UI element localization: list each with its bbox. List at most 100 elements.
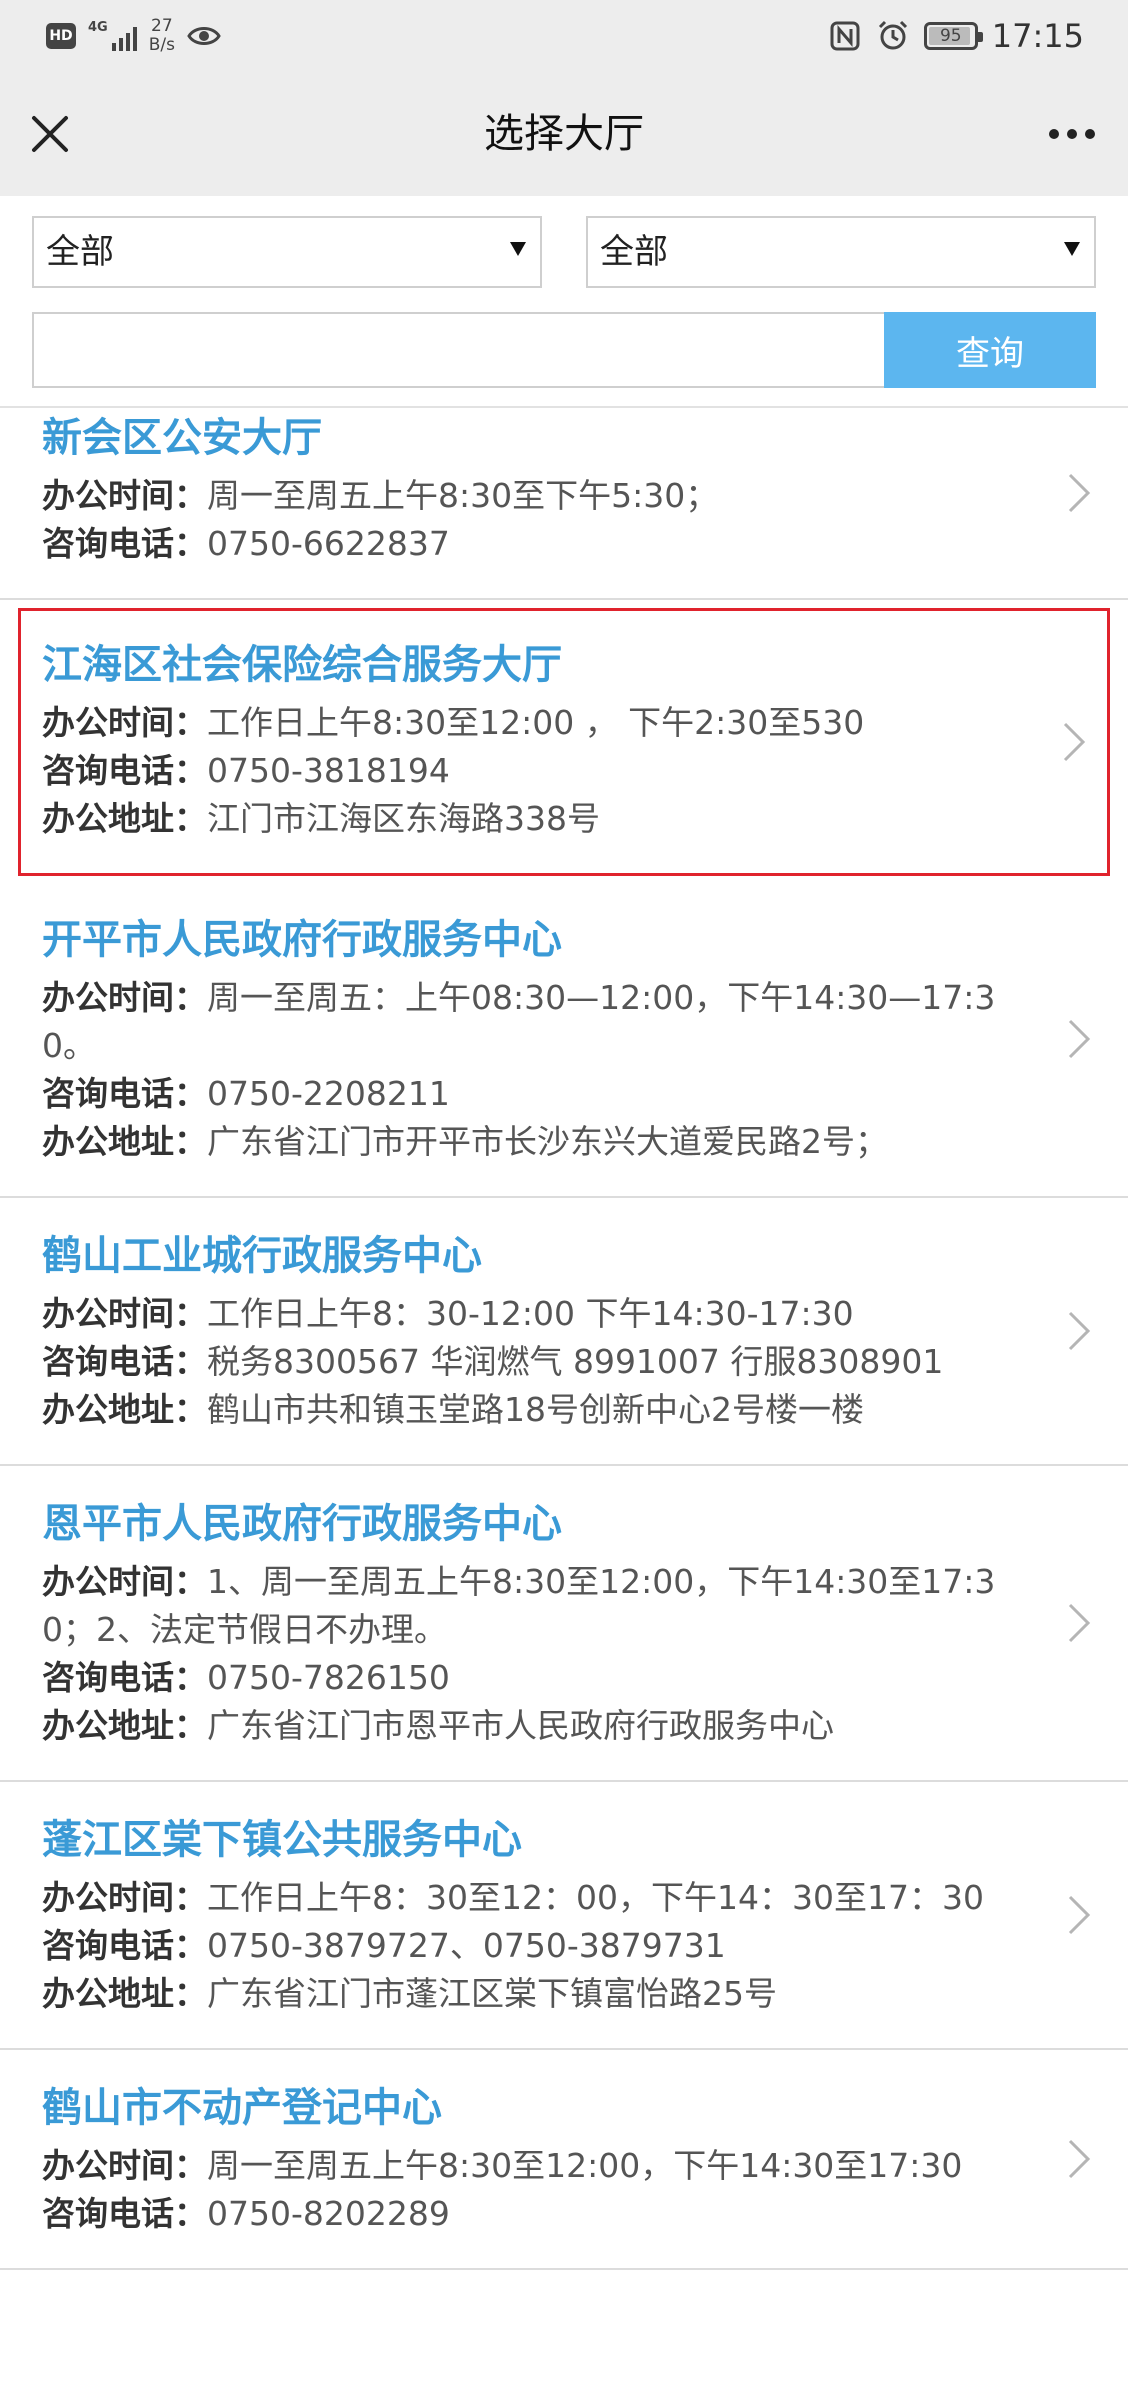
hall-item[interactable]: 鹤山市不动产登记中心 办公时间：周一至周五上午8:30至12:00，下午14:3…	[0, 2050, 1128, 2270]
region-select-value: 全部	[46, 232, 114, 272]
hall-item[interactable]: 新会区公安大厅 办公时间：周一至周五上午8:30至下午5:30； 咨询电话：07…	[0, 408, 1128, 600]
search-input[interactable]	[32, 312, 884, 388]
hours-label: 办公时间：	[42, 703, 207, 742]
hours-label: 办公时间：	[42, 476, 207, 515]
alarm-icon	[878, 20, 907, 50]
address-value: 江门市江海区东海路338号	[207, 799, 600, 838]
nfc-icon	[830, 21, 860, 51]
phone-label: 咨询电话：	[42, 2194, 207, 2233]
phone-value: 0750-2208211	[207, 1074, 450, 1113]
category-select[interactable]: 全部	[586, 216, 1096, 288]
hall-hours: 办公时间：工作日上午8：30-12:00 下午14:30-17:30	[42, 1290, 1018, 1338]
network-speed-value: 27	[151, 16, 173, 36]
phone-label: 咨询电话：	[42, 1926, 207, 1965]
phone-value: 税务8300567 华润燃气 8991007 行服8308901	[207, 1342, 944, 1381]
chevron-right-icon	[1068, 1895, 1091, 1935]
region-select[interactable]: 全部	[32, 216, 542, 288]
chevron-right-icon	[1068, 1019, 1091, 1059]
network-speed: 27 B/s	[149, 17, 175, 55]
hall-item[interactable]: 鹤山工业城行政服务中心 办公时间：工作日上午8：30-12:00 下午14:30…	[0, 1198, 1128, 1466]
chevron-right-icon	[1068, 2139, 1091, 2179]
hall-list[interactable]: 新会区公安大厅 办公时间：周一至周五上午8:30至下午5:30； 咨询电话：07…	[0, 408, 1128, 2400]
status-bar: HD 4G 27 B/s 95 17:15	[0, 0, 1128, 72]
hall-hours: 办公时间：周一至周五：上午08:30—12:00，下午14:30—17:30。	[42, 974, 1018, 1070]
more-icon[interactable]	[1042, 110, 1102, 158]
phone-label: 咨询电话：	[42, 1074, 207, 1113]
search-button[interactable]: 查询	[884, 312, 1096, 388]
hall-phone: 咨询电话：0750-3818194	[42, 747, 1017, 795]
hall-address: 办公地址：鹤山市共和镇玉堂路18号创新中心2号楼一楼	[42, 1386, 1018, 1434]
hall-name: 江海区社会保险综合服务大厅	[42, 642, 562, 688]
category-select-value: 全部	[600, 232, 668, 272]
phone-value: 0750-7826150	[207, 1658, 450, 1697]
hours-label: 办公时间：	[42, 2146, 207, 2185]
hall-hours: 办公时间：1、周一至周五上午8:30至12:00，下午14:30至17:30；2…	[42, 1558, 1018, 1654]
phone-value: 0750-3818194	[207, 751, 450, 790]
dropdown-caret-icon	[510, 242, 526, 256]
hall-name: 新会区公安大厅	[42, 415, 322, 461]
battery-percent: 95	[939, 26, 962, 46]
phone-label: 咨询电话：	[42, 1342, 207, 1381]
address-label: 办公地址：	[42, 1122, 207, 1161]
hall-name: 鹤山工业城行政服务中心	[42, 1233, 482, 1279]
hours-label: 办公时间：	[42, 1294, 207, 1333]
hall-address: 办公地址：广东省江门市蓬江区棠下镇富怡路25号	[42, 1970, 1018, 2018]
hall-name: 恩平市人民政府行政服务中心	[42, 1501, 562, 1547]
nav-bar: 选择大厅	[0, 72, 1128, 196]
status-left: HD 4G 27 B/s	[46, 14, 221, 58]
address-value: 广东省江门市开平市长沙东兴大道爱民路2号；	[207, 1122, 888, 1161]
address-value: 广东省江门市蓬江区棠下镇富怡路25号	[207, 1974, 777, 2013]
hall-address: 办公地址：广东省江门市恩平市人民政府行政服务中心	[42, 1702, 1018, 1750]
signal-bars-icon	[111, 25, 137, 51]
hall-hours: 办公时间：周一至周五上午8:30至下午5:30；	[42, 472, 1018, 520]
hall-name: 鹤山市不动产登记中心	[42, 2085, 442, 2131]
chevron-right-icon	[1068, 1311, 1091, 1351]
hall-hours: 办公时间：周一至周五上午8:30至12:00，下午14:30至17:30	[42, 2142, 1018, 2190]
dropdown-caret-icon	[1064, 242, 1080, 256]
phone-value: 0750-6622837	[207, 524, 450, 563]
chevron-right-icon	[1068, 1603, 1091, 1643]
hours-value: 周一至周五上午8:30至12:00，下午14:30至17:30	[207, 2146, 963, 2185]
hours-label: 办公时间：	[42, 1562, 207, 1601]
battery-icon: 95	[923, 22, 983, 50]
address-label: 办公地址：	[42, 799, 207, 838]
page-title: 选择大厅	[484, 111, 644, 157]
hall-item[interactable]: 开平市人民政府行政服务中心 办公时间：周一至周五：上午08:30—12:00，下…	[0, 882, 1128, 1198]
hall-address: 办公地址：江门市江海区东海路338号	[42, 795, 1017, 843]
phone-value: 0750-3879727、0750-3879731	[207, 1926, 726, 1965]
hall-list-content: 新会区公安大厅 办公时间：周一至周五上午8:30至下午5:30； 咨询电话：07…	[0, 408, 1128, 2270]
hall-phone: 咨询电话：0750-6622837	[42, 520, 1018, 568]
address-label: 办公地址：	[42, 1706, 207, 1745]
hall-phone: 咨询电话：税务8300567 华润燃气 8991007 行服8308901	[42, 1338, 1018, 1386]
page: HD 4G 27 B/s 95 17:15 选择大厅 全部 全部 查询 新会区公…	[0, 0, 1128, 2400]
hours-value: 工作日上午8：30至12：00，下午14：30至17：30	[207, 1878, 984, 1917]
hd-badge: HD	[46, 23, 76, 49]
network-type: 4G	[88, 20, 108, 35]
hours-value: 工作日上午8:30至12:00 ， 下午2:30至530	[207, 703, 865, 742]
hall-address: 办公地址：广东省江门市开平市长沙东兴大道爱民路2号；	[42, 1118, 1018, 1166]
phone-label: 咨询电话：	[42, 751, 207, 790]
address-label: 办公地址：	[42, 1974, 207, 2013]
network-speed-unit: B/s	[148, 35, 175, 55]
address-label: 办公地址：	[42, 1390, 207, 1429]
chevron-right-icon	[1063, 722, 1086, 762]
clock: 17:15	[991, 17, 1084, 55]
phone-label: 咨询电话：	[42, 1658, 207, 1697]
hall-item[interactable]: 恩平市人民政府行政服务中心 办公时间：1、周一至周五上午8:30至12:00，下…	[0, 1466, 1128, 1782]
hours-label: 办公时间：	[42, 1878, 207, 1917]
hall-item-selected[interactable]: 江海区社会保险综合服务大厅 办公时间：工作日上午8:30至12:00 ， 下午2…	[18, 608, 1110, 876]
hall-phone: 咨询电话：0750-3879727、0750-3879731	[42, 1922, 1018, 1970]
hall-item[interactable]: 蓬江区棠下镇公共服务中心 办公时间：工作日上午8：30至12：00，下午14：3…	[0, 1782, 1128, 2050]
status-right: 95 17:15	[828, 14, 1084, 58]
hall-phone: 咨询电话：0750-8202289	[42, 2190, 1018, 2238]
hours-value: 周一至周五上午8:30至下午5:30；	[207, 476, 719, 515]
hall-phone: 咨询电话：0750-7826150	[42, 1654, 1018, 1702]
hours-value: 工作日上午8：30-12:00 下午14:30-17:30	[207, 1294, 854, 1333]
signal-indicator: 4G	[88, 21, 137, 51]
eye-icon	[187, 27, 221, 45]
chevron-right-icon	[1068, 473, 1091, 513]
hall-name: 蓬江区棠下镇公共服务中心	[42, 1817, 522, 1863]
hall-name: 开平市人民政府行政服务中心	[42, 917, 562, 963]
hall-phone: 咨询电话：0750-2208211	[42, 1070, 1018, 1118]
address-value: 鹤山市共和镇玉堂路18号创新中心2号楼一楼	[207, 1390, 864, 1429]
